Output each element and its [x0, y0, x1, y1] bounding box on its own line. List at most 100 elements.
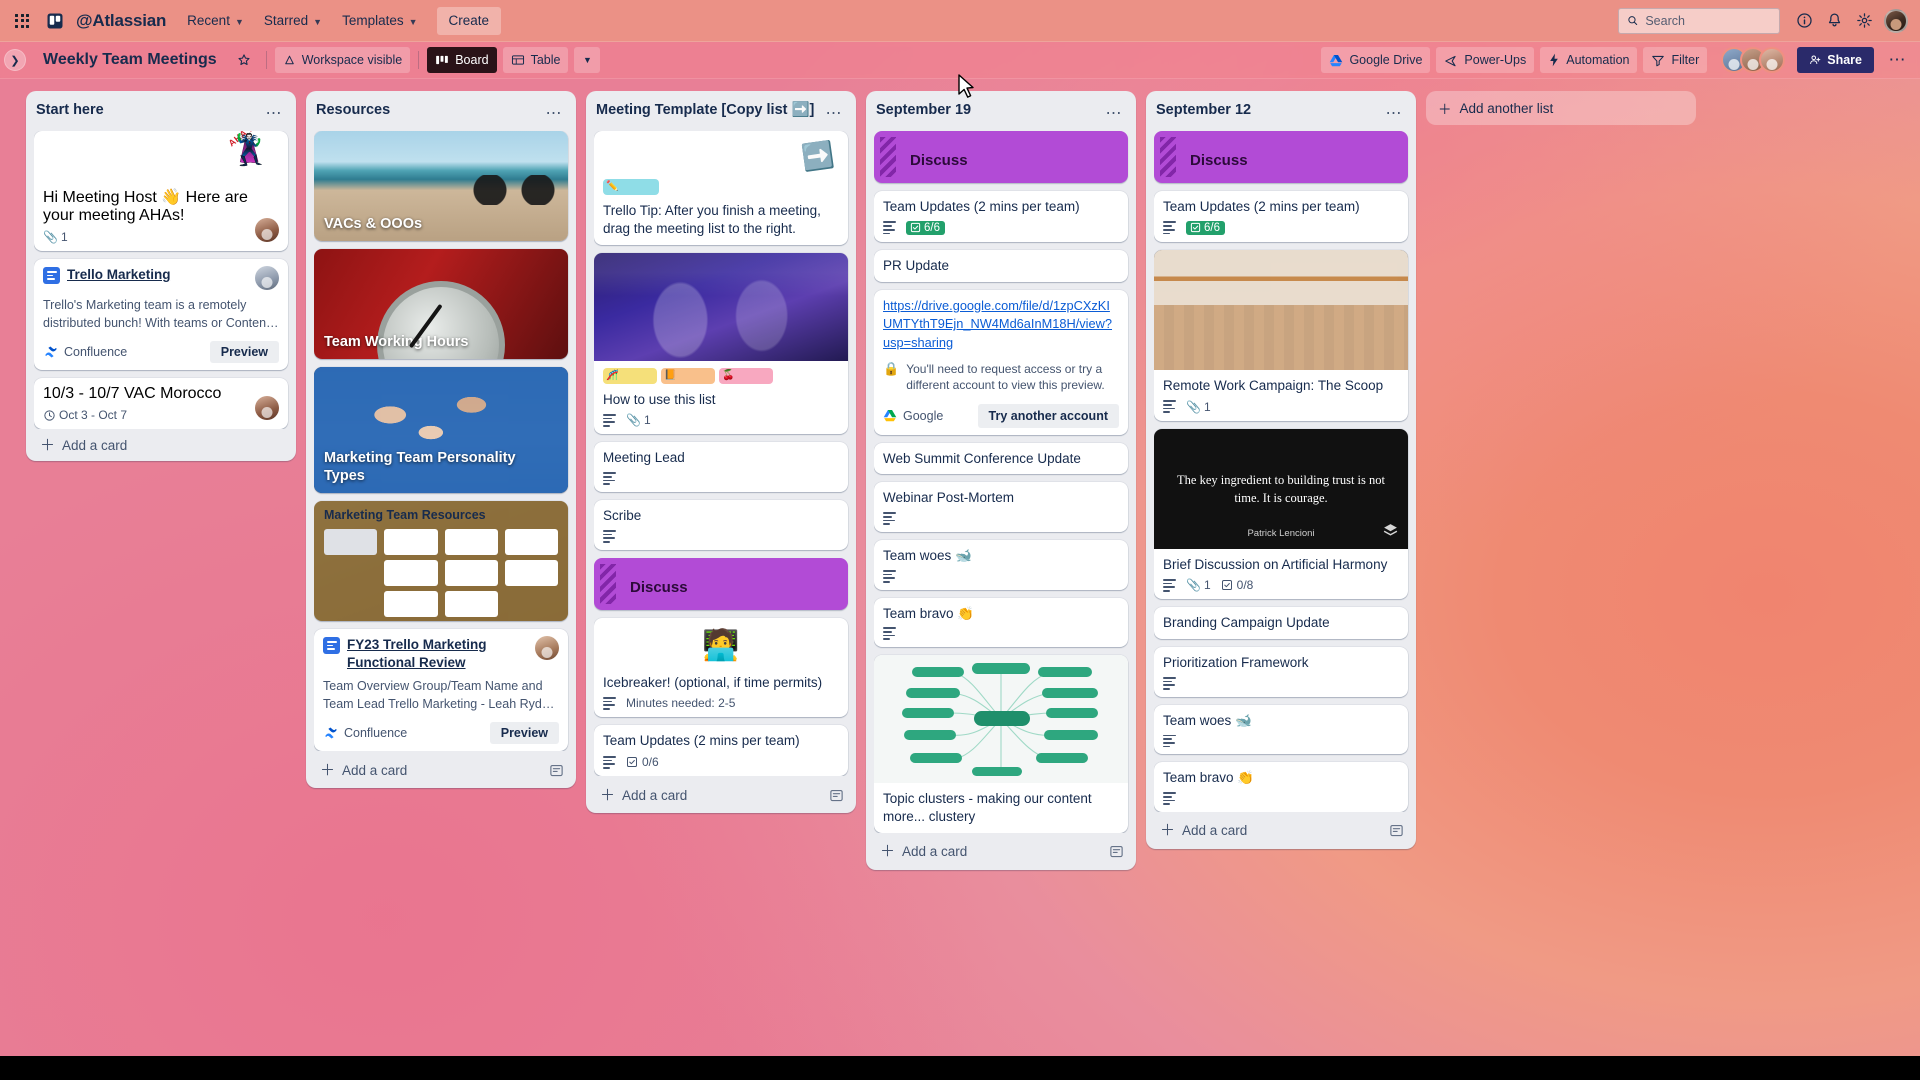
- list-title[interactable]: Meeting Template [Copy list ➡️]: [596, 101, 816, 119]
- info-circle-icon[interactable]: [1790, 7, 1818, 35]
- apps-grid-icon[interactable]: [6, 5, 38, 37]
- add-card-footer[interactable]: ＋ Add a card: [874, 835, 1132, 866]
- avatar[interactable]: [255, 218, 279, 242]
- card-template-icon[interactable]: [546, 760, 566, 780]
- card-container[interactable]: ➡️ ✏️ Trello Tip: After you finish a mee…: [594, 131, 852, 777]
- list-title[interactable]: September 12: [1156, 101, 1376, 119]
- card-team-bravo-sep12[interactable]: Team bravo 👏: [1154, 762, 1408, 812]
- gear-icon[interactable]: [1850, 7, 1878, 35]
- trello-logo-icon[interactable]: [40, 5, 70, 37]
- card-trello-tip[interactable]: ➡️ ✏️ Trello Tip: After you finish a mee…: [594, 131, 848, 245]
- card-how-to-use-this-list[interactable]: 🎢 📙 🍒 How to use this list 📎 1: [594, 252, 848, 435]
- page-title[interactable]: Weekly Team Meetings: [36, 48, 224, 72]
- card-remote-work-campaign[interactable]: Remote Work Campaign: The Scoop 📎 1: [1154, 249, 1408, 421]
- add-card-button[interactable]: ＋ Add a card: [1160, 823, 1380, 838]
- automation-button[interactable]: Automation: [1540, 47, 1638, 73]
- create-button[interactable]: Create: [436, 6, 502, 35]
- card-container[interactable]: Discuss Team Updates (2 mins per team) 6…: [1154, 131, 1412, 812]
- add-another-list-button[interactable]: ＋ Add another list: [1426, 91, 1696, 125]
- user-avatar[interactable]: [1884, 8, 1908, 33]
- workspace-brand[interactable]: @Atlassian: [72, 11, 176, 31]
- search-box[interactable]: [1618, 7, 1780, 34]
- card-container[interactable]: VACs & OOOs Team Working Hours Marketing…: [314, 131, 572, 752]
- list-menu-icon[interactable]: ⋯: [1382, 101, 1406, 125]
- card-discuss-template[interactable]: Discuss: [594, 557, 848, 610]
- member-avatar-3[interactable]: [1759, 47, 1786, 73]
- preview-button[interactable]: Preview: [209, 341, 279, 363]
- board-menu-button[interactable]: ⋯: [1884, 47, 1910, 73]
- avatar[interactable]: [535, 636, 559, 660]
- search-input[interactable]: [1645, 13, 1771, 28]
- card-team-woes-sep12[interactable]: Team woes 🐋: [1154, 704, 1408, 755]
- card-scribe[interactable]: Scribe: [594, 500, 848, 550]
- card-meeting-lead[interactable]: Meeting Lead: [594, 442, 848, 492]
- avatar[interactable]: [255, 266, 279, 290]
- card-artificial-harmony[interactable]: The key ingredient to building trust is …: [1154, 428, 1408, 600]
- gdrive-link[interactable]: https://drive.google.com/file/d/1zpCXzKI…: [883, 297, 1119, 353]
- bell-icon[interactable]: [1820, 7, 1848, 35]
- try-another-account-button[interactable]: Try another account: [977, 403, 1119, 428]
- sidebar-toggle-button[interactable]: ❯: [4, 49, 26, 71]
- add-card-button[interactable]: ＋ Add a card: [40, 438, 286, 453]
- add-card-footer[interactable]: ＋ Add a card: [314, 753, 572, 784]
- tab-table-view[interactable]: Table: [502, 47, 569, 73]
- workspace-visibility-button[interactable]: Workspace visible: [274, 47, 411, 73]
- card-vac-morocco[interactable]: 10/3 - 10/7 VAC Morocco Oct 3 - Oct 7: [34, 378, 288, 429]
- card-meeting-ahas[interactable]: AHA !!! 🦹 Hi Meeting Host 👋 Here are you…: [34, 131, 288, 251]
- card-gdrive-attachment[interactable]: https://drive.google.com/file/d/1zpCXzKI…: [874, 289, 1128, 435]
- list-menu-icon[interactable]: ⋯: [262, 101, 286, 125]
- filter-button[interactable]: Filter: [1643, 47, 1708, 73]
- card-template-icon[interactable]: [1386, 821, 1406, 841]
- list-menu-icon[interactable]: ⋯: [1102, 101, 1126, 125]
- card-template-icon[interactable]: [826, 785, 846, 805]
- tab-board-view[interactable]: Board: [427, 47, 497, 73]
- label-teal[interactable]: ✏️: [603, 179, 659, 195]
- google-drive-button[interactable]: Google Drive: [1321, 47, 1431, 73]
- card-marketing-team-resources[interactable]: Marketing Team Resources: [314, 501, 568, 621]
- list-title[interactable]: September 19: [876, 101, 1096, 119]
- share-button[interactable]: Share: [1797, 47, 1874, 73]
- card-discuss-sep12[interactable]: Discuss: [1154, 131, 1408, 183]
- label-pink[interactable]: 🍒: [719, 367, 773, 384]
- card-team-updates-sep19[interactable]: Team Updates (2 mins per team) 6/6: [874, 191, 1128, 242]
- card-fy23-functional-review[interactable]: FY23 Trello Marketing Functional Review …: [314, 629, 568, 752]
- list-menu-icon[interactable]: ⋯: [542, 101, 566, 125]
- list-menu-icon[interactable]: ⋯: [822, 101, 846, 125]
- card-prioritization-framework[interactable]: Prioritization Framework: [1154, 647, 1408, 697]
- label-yellow[interactable]: 🎢: [603, 367, 657, 384]
- add-card-button[interactable]: ＋ Add a card: [880, 844, 1100, 859]
- add-card-footer[interactable]: ＋ Add a card: [594, 778, 852, 809]
- card-template-icon[interactable]: [1106, 842, 1126, 862]
- card-topic-clusters[interactable]: Topic clusters - making our content more…: [874, 655, 1128, 833]
- list-title[interactable]: Start here: [36, 101, 256, 119]
- card-container[interactable]: Discuss Team Updates (2 mins per team) 6…: [874, 131, 1132, 833]
- card-team-updates-template[interactable]: Team Updates (2 mins per team) 0/6: [594, 725, 848, 777]
- add-card-button[interactable]: ＋ Add a card: [320, 763, 540, 778]
- card-personality-types[interactable]: Marketing Team Personality Types: [314, 367, 568, 493]
- star-icon[interactable]: [230, 47, 258, 73]
- add-card-button[interactable]: ＋ Add a card: [600, 788, 820, 803]
- nav-menu-recent[interactable]: Recent ▼: [178, 7, 253, 35]
- nav-menu-templates[interactable]: Templates ▼: [333, 7, 426, 35]
- add-card-footer[interactable]: ＋ Add a card: [34, 431, 292, 457]
- card-container[interactable]: AHA !!! 🦹 Hi Meeting Host 👋 Here are you…: [34, 131, 292, 429]
- card-team-working-hours[interactable]: Team Working Hours: [314, 249, 568, 359]
- card-vacs-ooos[interactable]: VACs & OOOs: [314, 131, 568, 241]
- preview-button[interactable]: Preview: [489, 722, 559, 745]
- add-card-footer[interactable]: ＋ Add a card: [1154, 814, 1412, 845]
- label-orange[interactable]: 📙: [661, 367, 715, 384]
- card-team-woes-sep19[interactable]: Team woes 🐋: [874, 540, 1128, 590]
- card-discuss-sep19[interactable]: Discuss: [874, 131, 1128, 183]
- card-branding-campaign[interactable]: Branding Campaign Update: [1154, 607, 1408, 640]
- card-pr-update[interactable]: PR Update: [874, 249, 1128, 282]
- card-team-bravo-sep19[interactable]: Team bravo 👏: [874, 597, 1128, 648]
- nav-menu-starred[interactable]: Starred ▼: [255, 7, 331, 35]
- card-web-summit[interactable]: Web Summit Conference Update: [874, 442, 1128, 475]
- list-title[interactable]: Resources: [316, 101, 536, 119]
- card-webinar-post-mortem[interactable]: Webinar Post-Mortem: [874, 482, 1128, 533]
- card-icebreaker[interactable]: 🧑‍💻 Icebreaker! (optional, if time permi…: [594, 617, 848, 718]
- view-switcher-caret[interactable]: ▼: [574, 47, 601, 73]
- card-team-updates-sep12[interactable]: Team Updates (2 mins per team) 6/6: [1154, 191, 1408, 242]
- avatar[interactable]: [255, 396, 279, 420]
- power-ups-button[interactable]: Power-Ups: [1436, 47, 1535, 73]
